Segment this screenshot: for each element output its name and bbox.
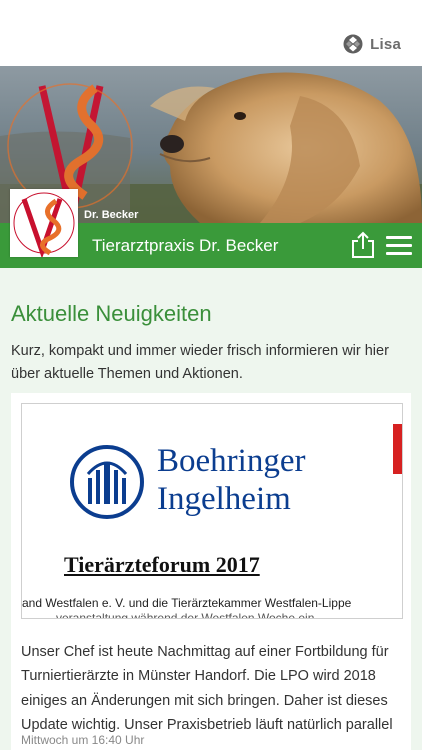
- share-icon[interactable]: [350, 231, 376, 259]
- news-card-timestamp: Mittwoch um 16:40 Uhr: [21, 733, 145, 747]
- news-card[interactable]: Boehringer Ingelheim Tierärzteforum 2017…: [11, 393, 411, 753]
- section-intro: Kurz, kompakt und immer wieder frisch in…: [11, 342, 389, 382]
- menu-line: [386, 252, 412, 255]
- news-card-image[interactable]: Boehringer Ingelheim Tierärzteforum 2017…: [21, 403, 403, 619]
- image-scan-text-cut: veranstaltung während der Westfalen Woch…: [56, 611, 315, 619]
- practice-name: Tierarztpraxis Dr. Becker: [92, 236, 279, 255]
- top-bar: Lisa: [0, 0, 422, 66]
- red-accent-mark: [393, 424, 402, 474]
- user-profile-chip[interactable]: Lisa: [343, 33, 401, 55]
- menu-line: [386, 236, 412, 239]
- boehringer-wordmark: Boehringer Ingelheim: [157, 442, 305, 518]
- hero-caption: Dr. Becker: [84, 209, 139, 221]
- image-scan-text: and Westfalen e. V. und die Tierärztekam…: [22, 596, 352, 610]
- logo-emblem-icon: [13, 192, 75, 259]
- practice-logo[interactable]: [10, 189, 78, 259]
- app-badge-icon: [343, 34, 363, 54]
- section-title: Aktuelle Neuigkeiten: [11, 300, 212, 326]
- boehringer-logo-icon: [70, 445, 144, 519]
- brand-line-2: Ingelheim: [157, 481, 291, 517]
- news-card-text: Unser Chef ist heute Nachmittag auf eine…: [21, 643, 393, 734]
- menu-line: [386, 244, 412, 247]
- forum-heading: Tierärzteforum 2017: [64, 552, 260, 577]
- brand-line-1: Boehringer: [157, 443, 306, 479]
- news-section: Aktuelle Neuigkeiten Kurz, kompakt und i…: [0, 268, 422, 753]
- hamburger-menu-icon[interactable]: [386, 236, 412, 256]
- user-name: Lisa: [370, 35, 401, 53]
